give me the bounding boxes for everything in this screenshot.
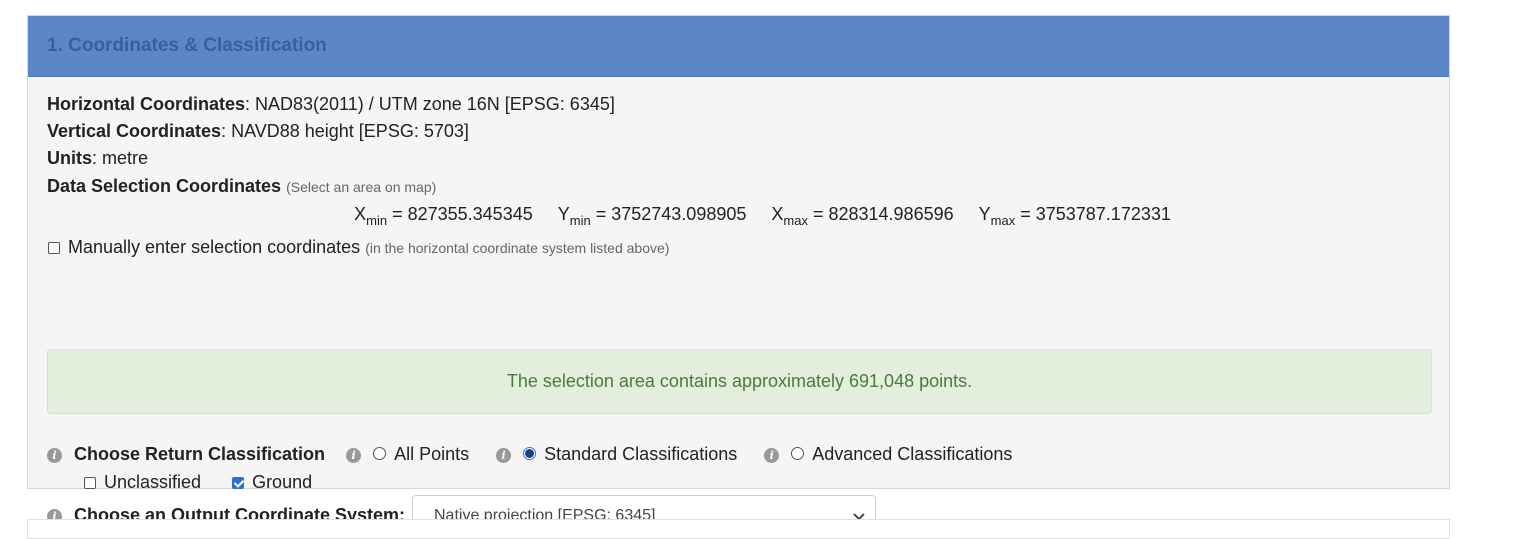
manual-entry-checkbox[interactable]: [48, 242, 60, 254]
ymin-readout: Ymin = 3752743.098905: [557, 204, 747, 228]
xmax-readout: Xmax = 828314.986596: [771, 204, 954, 228]
info-icon[interactable]: i: [496, 448, 512, 463]
xmin-readout: Xmin = 827355.345345: [354, 204, 533, 228]
horizontal-coordinates-line: Horizontal Coordinates: NAD83(2011) / UT…: [47, 93, 615, 115]
vertical-coordinates-value: : NAVD88 height [EPSG: 5703]: [221, 121, 469, 141]
manual-entry-row: Manually enter selection coordinates (in…: [48, 236, 669, 259]
option-standard-label[interactable]: Standard Classifications: [544, 444, 737, 464]
classification-row: i Choose Return Classification i All Point…: [47, 443, 1012, 465]
units-label: Units: [47, 148, 92, 168]
panel-title: 1. Coordinates & Classification: [47, 35, 327, 56]
option-all-points[interactable]: i All Points: [346, 443, 469, 465]
option-advanced-label[interactable]: Advanced Classifications: [812, 444, 1012, 464]
unclassified-checkbox[interactable]: [84, 477, 96, 489]
coordinates-panel: 1. Coordinates & Classification Horizont…: [27, 15, 1451, 537]
unclassified-label[interactable]: Unclassified: [104, 472, 201, 492]
next-panel: [27, 519, 1450, 539]
selection-coordinates: Xmin = 827355.345345 Ymin = 3752743.0989…: [28, 204, 1451, 228]
check-unclassified[interactable]: Unclassified: [84, 471, 201, 493]
manual-entry-label[interactable]: Manually enter selection coordinates: [68, 237, 360, 257]
data-selection-line: Data Selection Coordinates (Select an ar…: [47, 175, 436, 198]
option-all-points-label[interactable]: All Points: [394, 444, 469, 464]
points-count-text: The selection area contains approximatel…: [506, 371, 973, 391]
ymax-readout: Ymax = 3753787.172331: [978, 204, 1171, 228]
radio-all-points[interactable]: [373, 447, 387, 460]
panel-header[interactable]: 1. Coordinates & Classification: [28, 16, 1449, 77]
units-line: Units: metre: [47, 147, 148, 169]
classification-checks: Unclassified Ground: [84, 471, 338, 493]
option-advanced-classifications[interactable]: i Advanced Classifications: [764, 443, 1012, 465]
info-icon[interactable]: i: [346, 448, 362, 463]
data-selection-hint: (Select an area on map): [286, 179, 437, 195]
ground-checkbox[interactable]: [232, 477, 245, 489]
info-icon[interactable]: i: [47, 448, 62, 463]
ground-label[interactable]: Ground: [252, 472, 312, 492]
radio-advanced-classifications[interactable]: [791, 447, 805, 460]
info-icon[interactable]: i: [764, 448, 780, 463]
vertical-coordinates-line: Vertical Coordinates: NAVD88 height [EPS…: [47, 120, 469, 142]
classification-label: Choose Return Classification: [74, 444, 326, 464]
radio-standard-classifications[interactable]: [523, 447, 537, 460]
data-selection-label: Data Selection Coordinates: [47, 176, 282, 196]
option-standard-classifications[interactable]: i Standard Classifications: [496, 443, 737, 465]
horizontal-coordinates-label: Horizontal Coordinates: [47, 94, 246, 114]
horizontal-coordinates-value: : NAD83(2011) / UTM zone 16N [EPSG: 6345…: [245, 94, 615, 114]
check-ground[interactable]: Ground: [232, 471, 312, 493]
units-value: : metre: [92, 148, 149, 168]
vertical-coordinates-label: Vertical Coordinates: [47, 121, 222, 141]
manual-entry-hint: (in the horizontal coordinate system lis…: [365, 240, 670, 256]
points-count-alert: The selection area contains approximatel…: [47, 349, 1432, 414]
